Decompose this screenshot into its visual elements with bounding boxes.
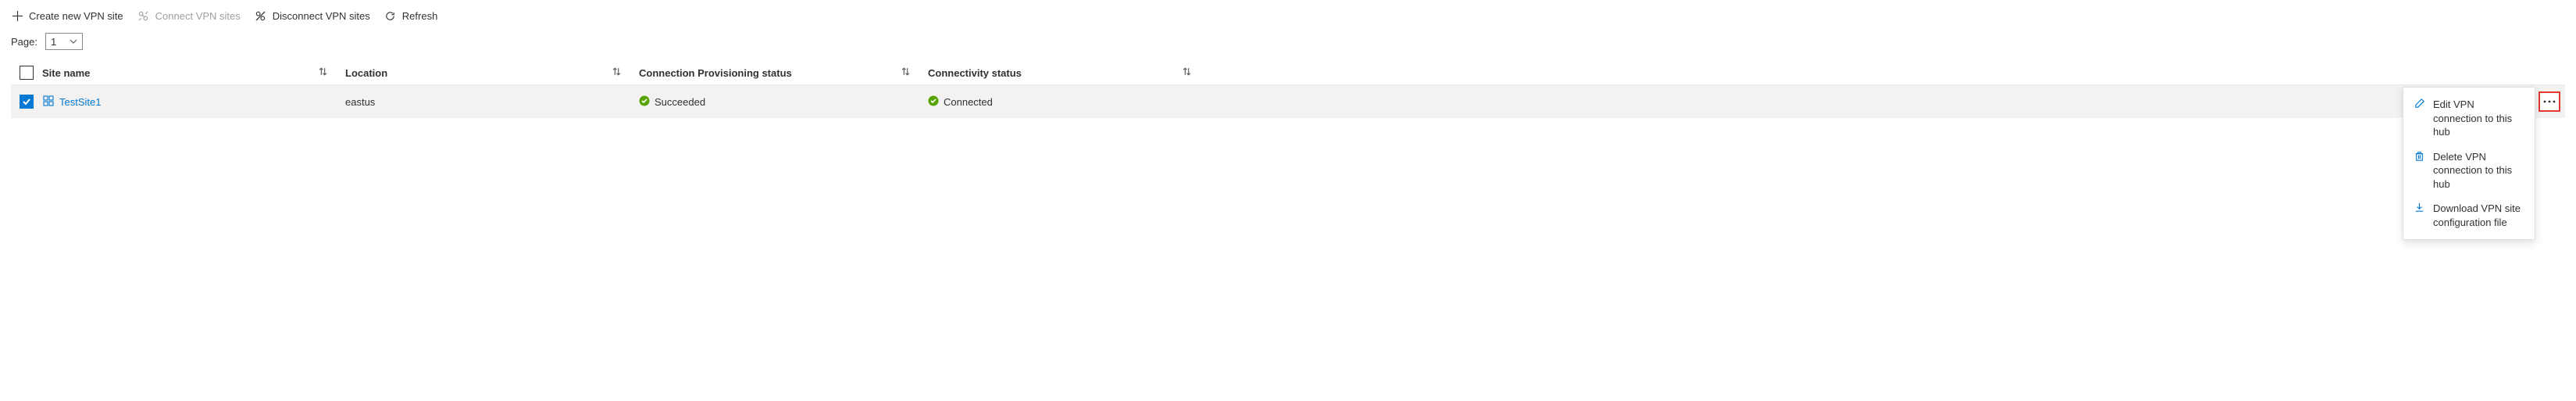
disconnect-vpn-sites-button[interactable]: Disconnect VPN sites bbox=[255, 9, 370, 22]
page-value: 1 bbox=[51, 36, 56, 48]
menu-delete-connection[interactable]: Delete VPN connection to this hub bbox=[2403, 145, 2535, 197]
connect-vpn-sites-button[interactable]: Connect VPN sites bbox=[137, 9, 241, 22]
sort-icon bbox=[901, 66, 911, 79]
provisioning-status: Succeeded bbox=[639, 95, 705, 109]
select-all-checkbox[interactable] bbox=[20, 66, 34, 80]
location-value: eastus bbox=[345, 96, 375, 108]
col-site-label: Site name bbox=[42, 67, 90, 79]
create-vpn-site-button[interactable]: Create new VPN site bbox=[11, 9, 123, 22]
vpn-site-resource-icon bbox=[42, 95, 55, 109]
connect-icon bbox=[137, 9, 150, 22]
sort-icon bbox=[318, 66, 328, 79]
refresh-label: Refresh bbox=[402, 10, 438, 22]
success-icon bbox=[928, 95, 939, 109]
provisioning-value: Succeeded bbox=[655, 96, 705, 108]
col-header-provisioning[interactable]: Connection Provisioning status bbox=[633, 66, 922, 79]
menu-download-label: Download VPN site configuration file bbox=[2433, 202, 2525, 229]
sort-icon bbox=[612, 66, 622, 79]
chevron-down-icon bbox=[70, 37, 77, 46]
select-all-cell[interactable] bbox=[11, 66, 42, 80]
page-select[interactable]: 1 bbox=[45, 33, 83, 50]
menu-edit-label: Edit VPN connection to this hub bbox=[2433, 98, 2525, 139]
download-icon bbox=[2413, 202, 2425, 213]
site-link[interactable]: TestSite1 bbox=[42, 95, 101, 109]
row-more-button[interactable] bbox=[2539, 91, 2560, 112]
col-header-connectivity[interactable]: Connectivity status bbox=[922, 66, 1203, 79]
vpn-sites-grid: Site name Location Connection Provisioni… bbox=[11, 61, 2565, 118]
pager-label: Page: bbox=[11, 36, 37, 48]
col-location-label: Location bbox=[345, 67, 387, 79]
refresh-icon bbox=[384, 9, 397, 22]
create-label: Create new VPN site bbox=[29, 10, 123, 22]
disconnect-label: Disconnect VPN sites bbox=[273, 10, 370, 22]
success-icon bbox=[639, 95, 650, 109]
site-name: TestSite1 bbox=[59, 96, 101, 108]
col-header-site[interactable]: Site name bbox=[42, 66, 339, 79]
col-provisioning-label: Connection Provisioning status bbox=[639, 67, 792, 79]
row-checkbox[interactable] bbox=[20, 95, 34, 109]
col-connectivity-label: Connectivity status bbox=[928, 67, 1022, 79]
sort-icon bbox=[1182, 66, 1192, 79]
delete-icon bbox=[2413, 150, 2425, 162]
command-bar: Create new VPN site Connect VPN sites Di… bbox=[11, 8, 2565, 30]
pager: Page: 1 bbox=[11, 30, 2565, 61]
plus-icon bbox=[11, 9, 23, 22]
connectivity-status: Connected bbox=[928, 95, 993, 109]
connectivity-value: Connected bbox=[944, 96, 993, 108]
connect-label: Connect VPN sites bbox=[155, 10, 241, 22]
row-select-cell[interactable] bbox=[11, 95, 42, 109]
menu-download-config[interactable]: Download VPN site configuration file bbox=[2403, 196, 2535, 235]
menu-edit-connection[interactable]: Edit VPN connection to this hub bbox=[2403, 92, 2535, 145]
menu-delete-label: Delete VPN connection to this hub bbox=[2433, 150, 2525, 192]
col-header-location[interactable]: Location bbox=[339, 66, 633, 79]
row-context-menu: Edit VPN connection to this hub Delete V… bbox=[2403, 87, 2535, 240]
table-row[interactable]: TestSite1 eastus Succeeded Connected bbox=[11, 85, 2565, 118]
grid-header: Site name Location Connection Provisioni… bbox=[11, 61, 2565, 85]
disconnect-icon bbox=[255, 9, 267, 22]
edit-icon bbox=[2413, 98, 2425, 109]
refresh-button[interactable]: Refresh bbox=[384, 9, 438, 22]
